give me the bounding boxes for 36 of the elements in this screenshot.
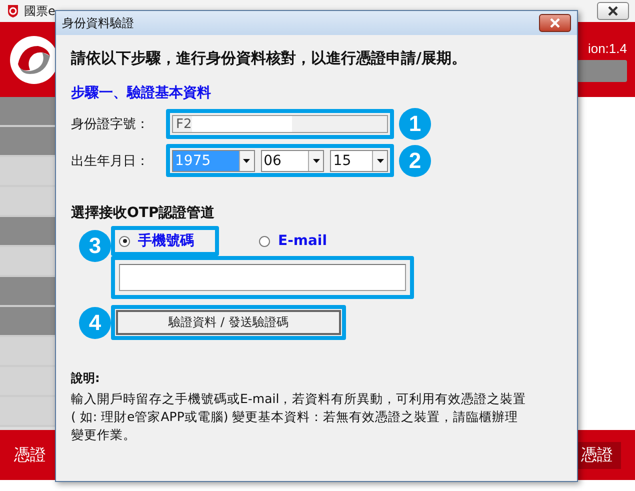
date-dropdown[interactable]: 06 <box>260 150 324 172</box>
instruction-text: 請依以下步驟，進行身份資料核對，以進行憑證申請/展期。 <box>71 49 468 68</box>
radio-option[interactable]: 手機號碼 <box>119 232 194 250</box>
sidebar-item[interactable] <box>0 97 55 127</box>
sidebar-item[interactable] <box>0 217 55 247</box>
caret-icon <box>312 158 320 162</box>
date-dropdown[interactable]: 15 <box>330 150 388 172</box>
submit-button[interactable]: 驗證資料 / 發送驗證碼 <box>116 310 341 335</box>
app-title: 國票e <box>24 2 56 20</box>
version-label: ion:1.4 <box>588 41 627 56</box>
step-badge: 1 <box>399 108 431 140</box>
dialog-title: 身份資料驗證 <box>62 14 134 32</box>
contact-input-field[interactable] <box>119 264 406 291</box>
step-badge: 3 <box>79 230 111 262</box>
id-number-field[interactable]: F2 <box>172 115 388 133</box>
notes-text: 輸入開戶時留存之手機號碼或E-mail，若資料有所異動，可利用有效憑證之裝置( 如: 理財e管家APP或電腦) 變更基本資料：若無有效憑證之裝置，請臨櫃辦理變更作業。 <box>71 390 528 444</box>
close-button[interactable] <box>539 14 571 32</box>
app-logo-icon <box>6 4 20 18</box>
caret-icon <box>376 158 384 162</box>
radio-option[interactable]: E-mail <box>259 233 328 249</box>
field-label: 出生年月日： <box>71 152 150 170</box>
field-label: 身份證字號： <box>71 116 150 133</box>
step-title: 步驟一、驗證基本資料 <box>71 84 212 102</box>
sidebar-item[interactable] <box>0 277 55 307</box>
header-button[interactable] <box>577 60 627 82</box>
close-icon <box>607 6 619 16</box>
close-icon <box>549 18 561 28</box>
caret-icon <box>243 158 250 162</box>
step-badge: 2 <box>399 144 431 176</box>
close-button[interactable] <box>597 2 629 20</box>
sidebar-item[interactable] <box>0 307 55 337</box>
footer-label: 憑證 <box>14 444 46 466</box>
step-badge: 4 <box>79 306 111 338</box>
notes-title: 說明: <box>71 370 101 387</box>
section-title: 選擇接收OTP認證管道 <box>71 204 216 222</box>
sidebar-item[interactable] <box>0 127 55 157</box>
